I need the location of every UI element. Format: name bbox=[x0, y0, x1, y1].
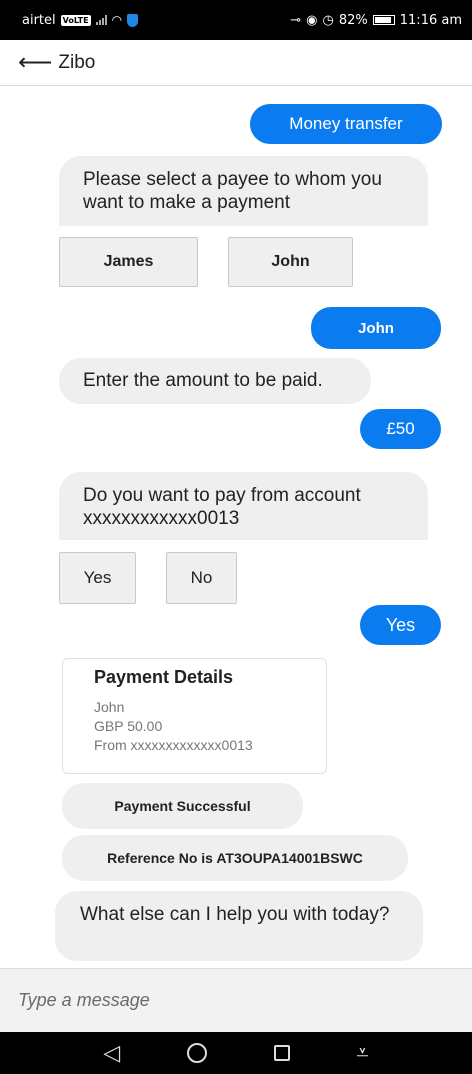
app-header: ⟵ Zibo bbox=[0, 40, 472, 86]
card-title: Payment Details bbox=[94, 667, 234, 687]
status-bar: airtel VoLTE ◠ ⊸ ◉ ◷ 82% 11:16 am bbox=[0, 0, 472, 40]
clock-time: 11:16 am bbox=[399, 12, 462, 28]
arrow-left-icon[interactable]: ⟵ bbox=[18, 50, 52, 75]
key-icon: ⊸ bbox=[290, 12, 302, 28]
alarm-icon: ◷ bbox=[322, 12, 334, 28]
bot-message: Enter the amount to be paid. bbox=[59, 358, 371, 404]
shield-icon bbox=[127, 13, 139, 27]
user-message: £50 bbox=[360, 409, 441, 449]
card-amount: GBP 50.00 bbox=[94, 718, 163, 734]
wifi-icon: ◠ bbox=[111, 13, 123, 27]
status-right: ⊸ ◉ ◷ 82% 11:16 am bbox=[290, 13, 462, 28]
carrier-label: airtel bbox=[22, 12, 56, 28]
chat-area[interactable]: Money transfer Please select a payee to … bbox=[0, 86, 472, 968]
option-button-no[interactable]: No bbox=[166, 552, 237, 604]
home-icon[interactable] bbox=[186, 1043, 207, 1063]
option-button-yes[interactable]: Yes bbox=[59, 552, 136, 604]
user-message: Money transfer bbox=[250, 104, 442, 144]
page-title: Zibo bbox=[58, 51, 96, 73]
reference-message: Reference No is AT3OUPA14001BSWC bbox=[62, 835, 408, 881]
payment-status-message: Payment Successful bbox=[62, 783, 303, 829]
bot-message: What else can I help you with today? bbox=[55, 891, 423, 961]
message-input-bar bbox=[0, 968, 472, 1032]
back-icon[interactable]: ◁ bbox=[103, 1041, 120, 1066]
recents-icon[interactable] bbox=[273, 1045, 290, 1061]
card-payee: John bbox=[94, 699, 125, 715]
notification-pulldown-icon[interactable]: ⩡ bbox=[356, 1041, 368, 1066]
volte-icon: VoLTE bbox=[60, 14, 91, 26]
battery-percent: 82% bbox=[338, 12, 368, 28]
payment-details-card: Payment Details John GBP 50.00 From xxxx… bbox=[62, 658, 327, 774]
battery-icon bbox=[372, 15, 395, 25]
option-button-john[interactable]: John bbox=[228, 237, 353, 287]
card-account: From xxxxxxxxxxxxx0013 bbox=[94, 737, 253, 753]
option-button-james[interactable]: James bbox=[59, 237, 198, 287]
user-message: Yes bbox=[360, 605, 441, 645]
status-left: airtel VoLTE ◠ bbox=[22, 12, 139, 28]
bot-message: Please select a payee to whom you want t… bbox=[59, 156, 428, 226]
eye-icon: ◉ bbox=[306, 12, 318, 28]
user-message: John bbox=[311, 307, 441, 349]
message-input[interactable] bbox=[18, 990, 448, 1011]
system-nav-bar: ◁ ⩡ bbox=[0, 1032, 472, 1074]
signal-icon bbox=[95, 15, 107, 25]
bot-message: Do you want to pay from account xxxxxxxx… bbox=[59, 472, 428, 540]
